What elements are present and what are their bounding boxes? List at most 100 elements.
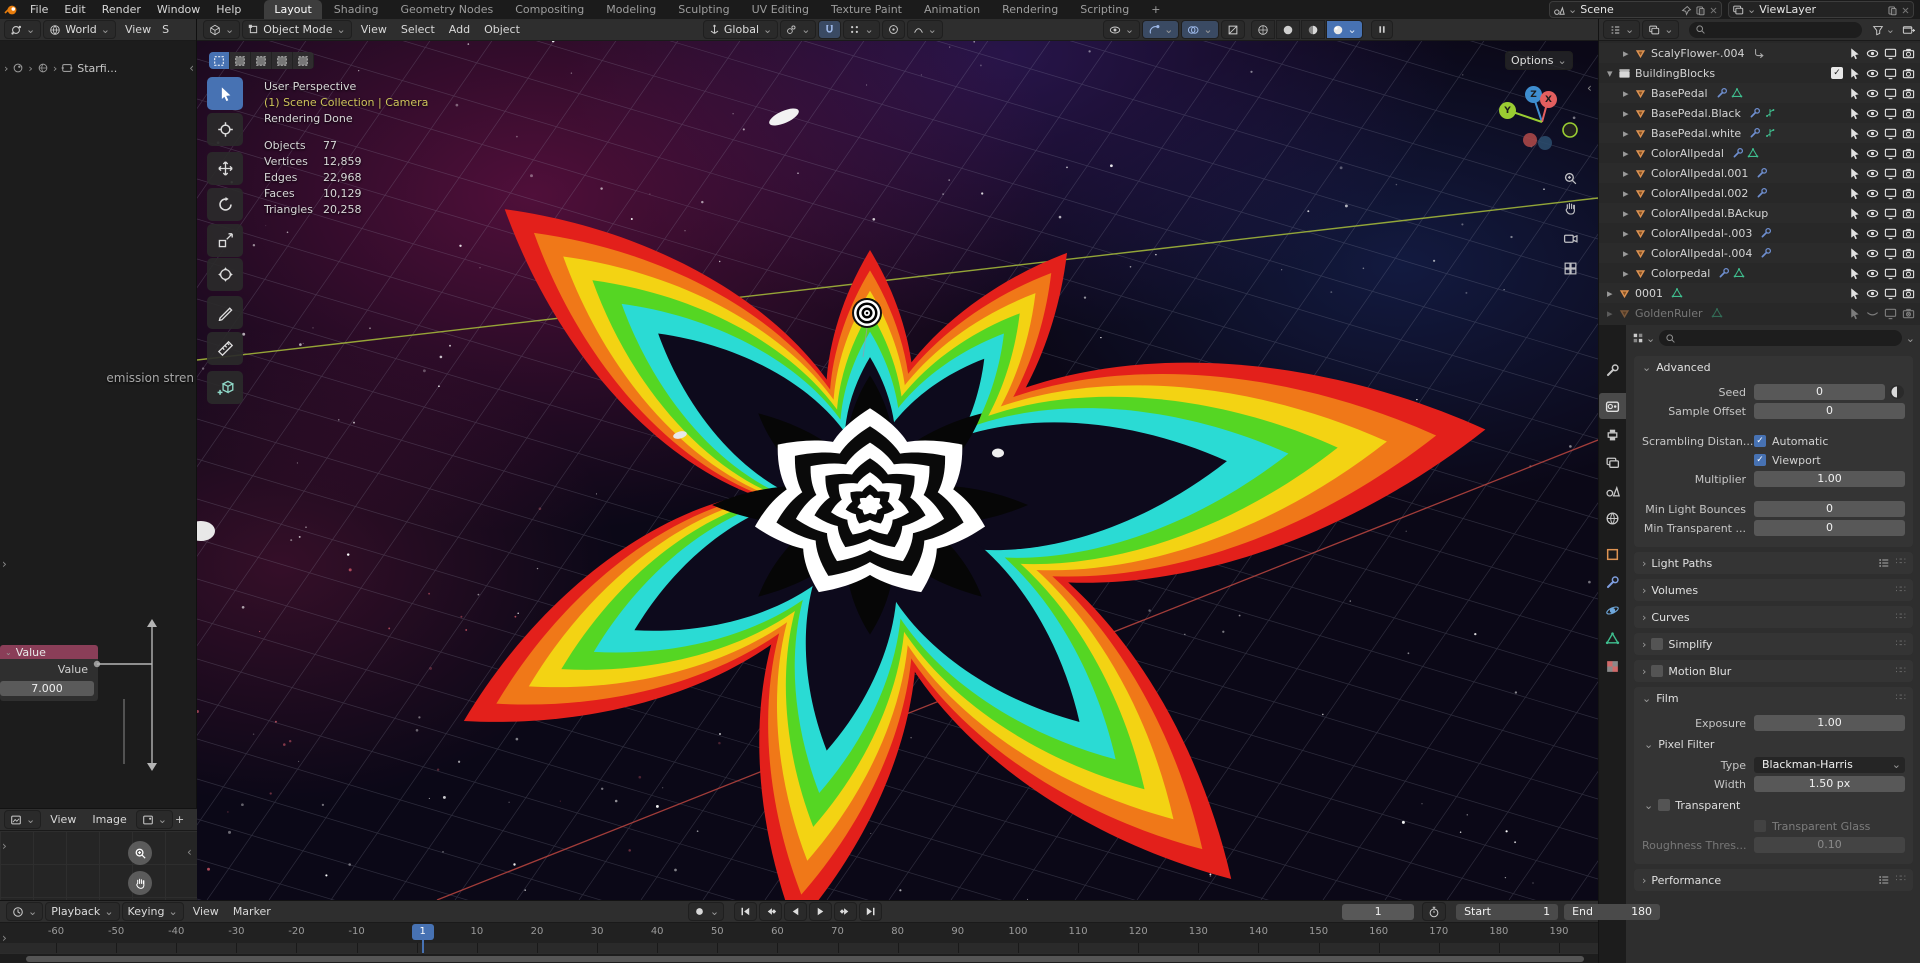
disclosure-icon[interactable]: ▸ (1607, 307, 1618, 320)
pause-render-button[interactable] (1371, 20, 1393, 39)
properties-tab-object-data[interactable] (1599, 625, 1626, 651)
tool-cursor-button[interactable] (207, 113, 243, 146)
properties-tab-texture[interactable] (1599, 653, 1626, 679)
disable-viewport-monitor-icon[interactable] (1884, 287, 1897, 300)
disable-render-camera-icon[interactable] (1902, 107, 1915, 120)
new-collection-button[interactable] (1902, 23, 1915, 37)
tool-measure-button[interactable] (207, 332, 243, 365)
visibility-eye-icon[interactable] (1866, 167, 1879, 180)
image-menu-image[interactable]: Image (85, 813, 133, 826)
current-frame-indicator[interactable]: 1 (412, 924, 434, 940)
image-new-button[interactable]: + (175, 813, 184, 826)
auto-keyframe-stopwatch-button[interactable] (1422, 902, 1446, 921)
workspace-tab-geometry-nodes[interactable]: Geometry Nodes (390, 0, 503, 19)
visibility-eye-icon[interactable] (1866, 147, 1879, 160)
shading-solid-button[interactable] (1276, 20, 1300, 39)
record-button[interactable]: ⌄ (688, 902, 724, 921)
disclosure-icon[interactable]: ▸ (1623, 107, 1634, 120)
disclosure-icon[interactable]: ▸ (1623, 167, 1634, 180)
properties-tab-output[interactable] (1599, 421, 1626, 447)
disclosure-icon[interactable]: ▸ (1623, 187, 1634, 200)
proportional-editing-toggle[interactable] (882, 20, 905, 39)
disable-viewport-monitor-icon[interactable] (1884, 227, 1897, 240)
shading-material-button[interactable] (1301, 20, 1325, 39)
visibility-eye-icon[interactable] (1866, 267, 1879, 280)
disable-render-camera-icon[interactable] (1902, 47, 1915, 60)
panel-header[interactable]: ›Curves∷∷ (1634, 606, 1913, 628)
jump-end-button[interactable] (859, 902, 882, 921)
menu-file[interactable]: File (22, 0, 56, 19)
pan-hand-button[interactable] (128, 871, 152, 895)
end-frame-field[interactable]: End180 (1564, 904, 1660, 920)
shading-wireframe-button[interactable] (1251, 20, 1275, 39)
disable-render-camera-icon[interactable] (1902, 207, 1915, 220)
disable-viewport-monitor-icon[interactable] (1884, 267, 1897, 280)
tool-addcube-button[interactable] (207, 371, 243, 404)
disclosure-icon[interactable]: ▸ (1623, 267, 1634, 280)
properties-tab-tool[interactable] (1599, 357, 1626, 383)
tool-annotate-button[interactable] (207, 296, 243, 329)
transform-orientation-dropdown[interactable]: Global⌄ (703, 20, 778, 39)
visibility-eye-icon[interactable] (1866, 247, 1879, 260)
outliner-row-ColorAllpedal-.003[interactable]: ▸ColorAllpedal-.003 (1599, 223, 1920, 243)
visibility-eye-icon[interactable] (1866, 287, 1879, 300)
exposure-field[interactable]: 1.00 (1754, 715, 1905, 731)
timeline-menu-marker[interactable]: Marker (226, 905, 278, 918)
playhead-line[interactable] (422, 939, 424, 953)
disable-viewport-monitor-icon[interactable] (1884, 207, 1897, 220)
transparent-checkbox[interactable] (1658, 799, 1670, 811)
selectable-pointer-icon[interactable] (1848, 107, 1861, 120)
performance-panel-header[interactable]: ›Performance ∷∷ (1634, 869, 1913, 891)
viewport-3d[interactable]: Options⌄ ‹ User Perspective (1) Scene Co… (197, 19, 1598, 900)
selectable-pointer-icon[interactable] (1848, 287, 1861, 300)
pin-icon[interactable] (1681, 3, 1692, 16)
selectable-pointer-icon[interactable] (1848, 47, 1861, 60)
shader-menu-truncated[interactable]: S (160, 23, 171, 36)
disable-viewport-monitor-icon[interactable] (1884, 247, 1897, 260)
disable-render-camera-icon[interactable] (1902, 307, 1915, 320)
outliner-filter-collection-dropdown[interactable]: ⌄ (1642, 20, 1679, 39)
expand-region-icon[interactable]: › (2, 931, 7, 945)
timeline-menu-keying[interactable]: Keying⌄ (122, 902, 184, 921)
advanced-panel-header[interactable]: ⌄Advanced (1634, 356, 1913, 378)
disable-viewport-monitor-icon[interactable] (1884, 67, 1897, 80)
outliner-row-0001[interactable]: ▸0001 (1599, 283, 1920, 303)
workspace-tab-uv-editing[interactable]: UV Editing (742, 0, 819, 19)
pan-hand-icon[interactable] (1563, 201, 1578, 216)
timeline-menu-playback[interactable]: Playback⌄ (45, 902, 119, 921)
select-mode-circle-button[interactable] (251, 52, 272, 69)
blender-logo-icon[interactable] (0, 3, 22, 16)
toggle-ortho-icon[interactable] (1563, 261, 1578, 276)
close-scene-icon[interactable] (1709, 3, 1718, 16)
film-panel-header[interactable]: ⌄Film∷∷ (1634, 687, 1913, 709)
add-workspace-button[interactable]: + (1141, 0, 1170, 19)
options-button[interactable]: Options⌄ (1505, 51, 1573, 70)
animate-seed-button[interactable] (1889, 384, 1905, 400)
selectable-pointer-icon[interactable] (1848, 227, 1861, 240)
shader-menu-view[interactable]: View (118, 23, 158, 36)
selectable-pointer-icon[interactable] (1848, 87, 1861, 100)
disable-viewport-monitor-icon[interactable] (1884, 107, 1897, 120)
pixel-filter-width-field[interactable]: 1.50 px (1754, 776, 1905, 792)
visibility-eye-icon[interactable] (1866, 47, 1879, 60)
image-menu-view[interactable]: View (43, 813, 83, 826)
properties-tab-modifiers[interactable] (1599, 569, 1626, 595)
timeline-keyframe-strip[interactable] (0, 943, 1598, 953)
disclosure-icon[interactable]: ▸ (1623, 127, 1634, 140)
workspace-tab-rendering[interactable]: Rendering (992, 0, 1068, 19)
timeline-ruler[interactable]: -60-50-40-30-20-101020304050607080901001… (0, 923, 1598, 943)
min-light-bounces-field[interactable]: 0 (1754, 501, 1905, 517)
properties-options-icon[interactable]: ⌄ (1906, 332, 1915, 345)
visibility-eye-icon[interactable] (1866, 67, 1879, 80)
properties-search-input[interactable] (1659, 330, 1902, 346)
workspace-tab-layout[interactable]: Layout (264, 0, 321, 19)
viewport-checkbox[interactable] (1754, 454, 1766, 466)
disable-render-camera-icon[interactable] (1902, 187, 1915, 200)
menu-render[interactable]: Render (94, 0, 149, 19)
menu-help[interactable]: Help (208, 0, 249, 19)
viewport-menu-object[interactable]: Object (477, 23, 527, 36)
outliner-row-GoldenRuler[interactable]: ▸GoldenRuler (1599, 303, 1920, 323)
workspace-tab-shading[interactable]: Shading (324, 0, 389, 19)
disclosure-icon[interactable]: ▸ (1623, 247, 1634, 260)
viewport-menu-add[interactable]: Add (442, 23, 477, 36)
